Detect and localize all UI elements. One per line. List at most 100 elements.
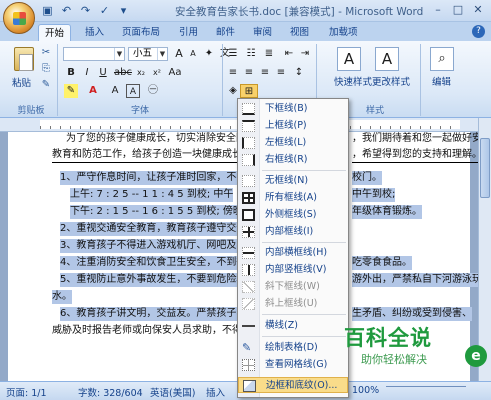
change-case-icon[interactable]: Aa (168, 66, 182, 80)
redo-icon[interactable]: ↷ (78, 3, 93, 18)
font-name-combo[interactable]: ▼ (63, 47, 125, 61)
chevron-down-icon[interactable]: ▼ (114, 48, 124, 60)
cut-icon[interactable]: ✂ (40, 47, 52, 59)
doc-line-right: 生矛盾、纠纷或受到侵害、 (352, 307, 472, 321)
menu-item-inside-vertical-border[interactable]: 内部竖框线(V) (238, 262, 348, 278)
char-shading-icon[interactable]: A (108, 84, 122, 98)
menu-item-inside-horizontal-border[interactable]: 内部横框线(H) (238, 245, 348, 261)
superscript-button[interactable]: x² (150, 66, 164, 80)
increase-indent-icon[interactable]: ⇥ (298, 47, 312, 61)
tab-mailings[interactable]: 邮件 (210, 24, 241, 41)
quick-styles-label[interactable]: 快速样式 (334, 74, 372, 88)
menu-separator (262, 314, 346, 315)
zoom-slider[interactable] (386, 386, 466, 395)
change-styles-icon[interactable]: A (375, 47, 399, 71)
menu-item-right-border[interactable]: 右框线(R) (238, 152, 348, 168)
doc-line-selected: 1、严守作息时间，让孩子准时回家，不要在 (60, 171, 257, 185)
tab-view[interactable]: 视图 (284, 24, 315, 41)
shrink-font-icon[interactable]: A (186, 47, 200, 61)
tab-references[interactable]: 引用 (173, 24, 204, 41)
paste-button-label[interactable]: 粘贴 (12, 75, 31, 89)
copy-icon[interactable]: ⎘ (40, 63, 52, 75)
align-left-icon[interactable]: ≡ (226, 66, 240, 80)
language-indicator[interactable]: 英语(美国) (150, 385, 195, 399)
font-color-icon[interactable]: A (86, 84, 100, 98)
bold-button[interactable]: B (64, 66, 78, 80)
save-icon[interactable]: ▣ (40, 3, 55, 18)
menu-item-bottom-border[interactable]: 下框线(B) (238, 101, 348, 117)
format-painter-icon[interactable]: ✎ (40, 79, 52, 91)
tab-home[interactable]: 开始 (38, 24, 72, 41)
strikethrough-button[interactable]: abc (114, 66, 132, 80)
doc-line-selected: 下午: 2 : 1 5 -- 1 6 : 1 5 5 到校; 傍晚 (70, 205, 243, 219)
scrollbar-thumb[interactable] (480, 138, 490, 198)
menu-item-horizontal-line[interactable]: 横线(Z) (238, 318, 348, 334)
italic-button[interactable]: I (80, 66, 94, 80)
menu-item-label: 斜上框线(U) (265, 298, 318, 309)
highlight-color-icon[interactable]: ✎ (64, 84, 78, 98)
close-icon[interactable]: ✕ (469, 2, 487, 18)
chevron-down-icon[interactable]: ▼ (157, 48, 167, 60)
line-spacing-icon[interactable]: ↕ (292, 66, 306, 80)
group-divider (222, 44, 223, 116)
doc-line-right: 年级体育锻炼。 (352, 205, 422, 219)
zoom-level[interactable]: 100% (352, 385, 379, 396)
insert-mode-indicator[interactable]: 插入 (206, 385, 225, 399)
menu-item-inside-borders[interactable]: 内部框线(I) (238, 224, 348, 240)
vertical-scrollbar[interactable] (478, 118, 491, 381)
title-bar: ▣ ↶ ↷ ✓ ▾ 安全教育告家长书.doc [兼容模式] - Microsof… (0, 0, 491, 34)
help-icon[interactable]: ? (472, 25, 485, 38)
menu-item-top-border[interactable]: 上框线(P) (238, 118, 348, 134)
numbering-icon[interactable]: ☷ (244, 47, 258, 61)
binoculars-icon[interactable]: ⌕ (430, 47, 454, 71)
align-center-icon[interactable]: ≡ (242, 66, 256, 80)
editing-label[interactable]: 编辑 (432, 74, 451, 88)
border-menu: 下框线(B) 上框线(P) 左框线(L) 右框线(R) 无框线(N) 所有框线(… (237, 98, 349, 398)
doc-line-right: ，我们期待着和您一起做好安全 (352, 133, 478, 144)
maximize-icon[interactable]: □ (449, 2, 467, 18)
doc-line-selected: 4、注重消防安全和饮食卫生安全，不到街头 (60, 256, 257, 270)
office-button[interactable] (3, 2, 35, 34)
menu-item-label: 边框和底纹(O)... (266, 380, 338, 391)
font-size-combo[interactable]: 小五 ▼ (128, 47, 168, 61)
multilevel-list-icon[interactable]: ≣ (262, 47, 276, 61)
window-title: 安全教育告家长书.doc [兼容模式] - Microsoft Word (175, 6, 424, 18)
tab-addins[interactable]: 加载项 (323, 24, 364, 41)
change-styles-label[interactable]: 更改样式 (372, 74, 410, 88)
decrease-indent-icon[interactable]: ⇤ (282, 47, 296, 61)
quick-access-dropdown-icon[interactable]: ▾ (116, 3, 131, 18)
tab-insert[interactable]: 插入 (79, 24, 110, 41)
menu-item-draw-table[interactable]: ✎ 绘制表格(D) (238, 340, 348, 356)
menu-item-view-gridlines[interactable]: 查看网格线(G) (238, 357, 348, 373)
grow-font-icon[interactable]: A (172, 47, 186, 61)
paste-icon[interactable] (14, 47, 34, 71)
tab-page-layout[interactable]: 页面布局 (116, 24, 166, 41)
font-group-label: 字体 (130, 106, 149, 116)
clear-format-icon[interactable]: ✦ (202, 47, 216, 61)
check-icon[interactable]: ✓ (97, 3, 112, 18)
enclose-char-icon[interactable]: ㊀ (146, 84, 160, 98)
justify-icon[interactable]: ≡ (274, 66, 288, 80)
menu-item-left-border[interactable]: 左框线(L) (238, 135, 348, 151)
bullets-icon[interactable]: ☰ (226, 47, 240, 61)
underline-button[interactable]: U (96, 66, 110, 80)
menu-item-borders-and-shading[interactable]: 边框和底纹(O)... (238, 377, 348, 393)
menu-item-outside-borders[interactable]: 外侧框线(S) (238, 207, 348, 223)
menu-separator (262, 170, 346, 171)
border-dropdown-button[interactable]: ⊞ (240, 84, 258, 98)
page-indicator[interactable]: 页面: 1/1 (6, 385, 47, 399)
menu-item-no-border[interactable]: 无框线(N) (238, 173, 348, 189)
menu-item-all-borders[interactable]: 所有框线(A) (238, 190, 348, 206)
align-right-icon[interactable]: ≡ (258, 66, 272, 80)
ribbon-tabs: 开始 插入 页面布局 引用 邮件 审阅 视图 加载项 ? (0, 22, 491, 41)
right-border-icon (242, 154, 255, 166)
tab-review[interactable]: 审阅 (247, 24, 278, 41)
doc-line-right: ，希望得到您的支持和理解。 (352, 148, 478, 163)
undo-icon[interactable]: ↶ (59, 3, 74, 18)
char-border-icon[interactable]: A (126, 84, 140, 98)
word-count[interactable]: 字数: 328/604 (78, 385, 143, 399)
subscript-button[interactable]: x₂ (134, 66, 148, 80)
shading-icon[interactable]: ◈ (226, 84, 240, 98)
quick-styles-icon[interactable]: A (337, 47, 361, 71)
minimize-icon[interactable]: – (429, 2, 447, 18)
